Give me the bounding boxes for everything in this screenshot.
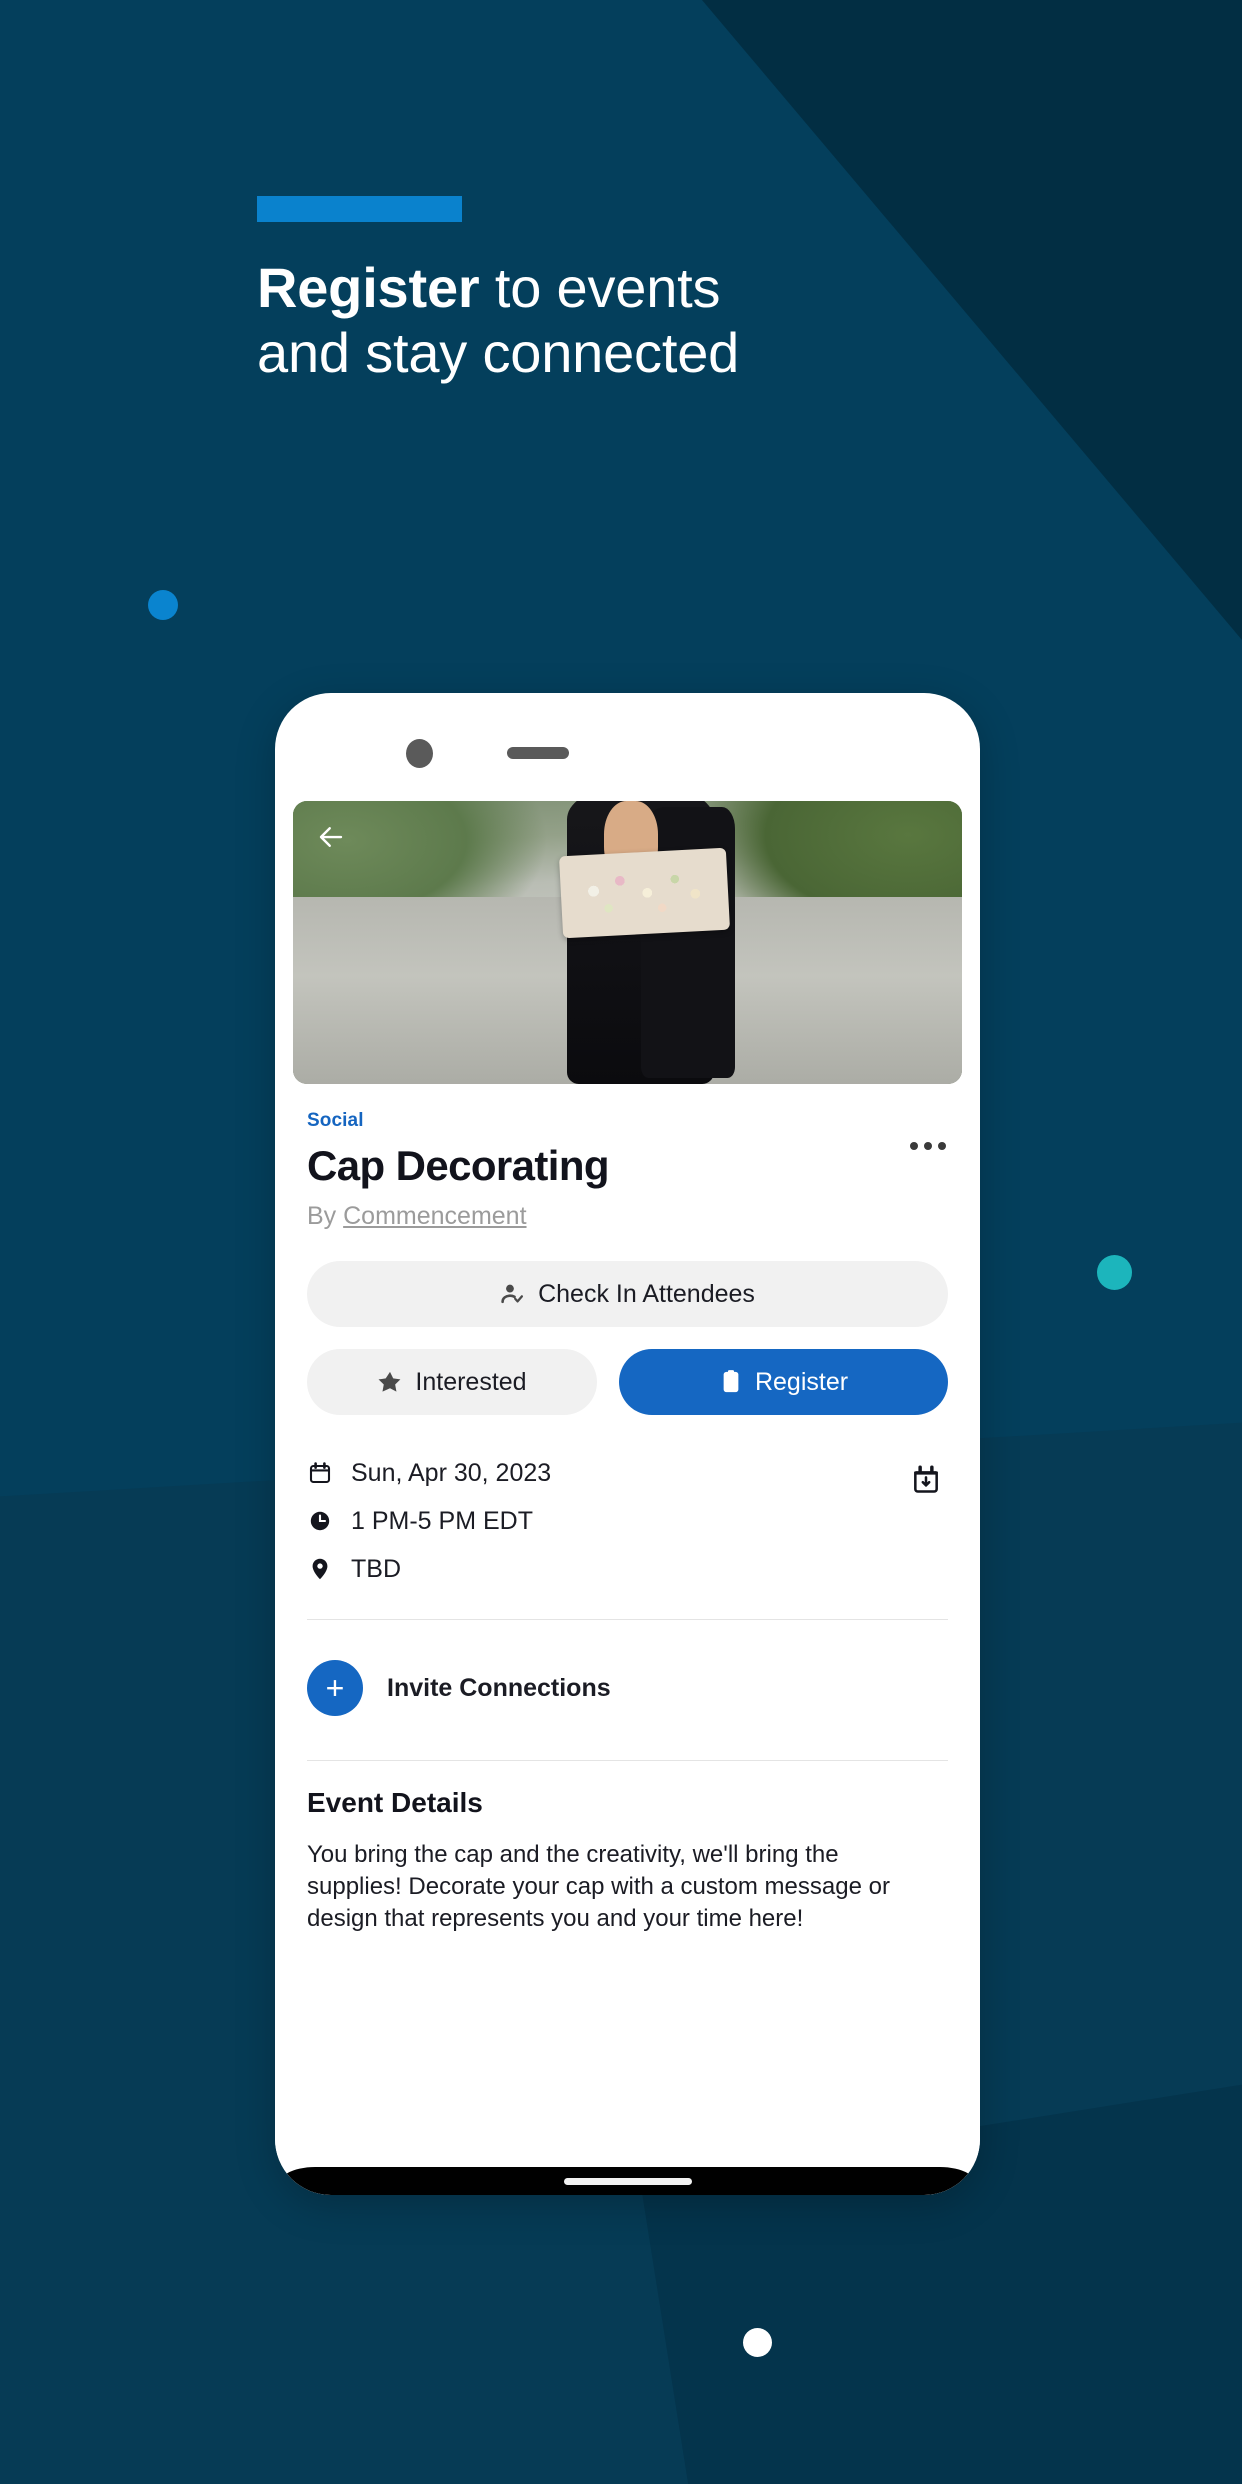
add-to-calendar-button[interactable] — [906, 1459, 946, 1499]
accent-bar — [257, 196, 462, 222]
check-in-attendees-label: Check In Attendees — [538, 1279, 755, 1308]
person-check-icon — [501, 1284, 524, 1304]
ticket-icon — [723, 1370, 739, 1393]
event-time-row: 1 PM-5 PM EDT — [307, 1497, 948, 1545]
hero-graduation-cap — [558, 847, 730, 939]
kebab-menu-icon-dot-3 — [938, 1142, 946, 1150]
register-label: Register — [754, 1367, 849, 1396]
event-meta-list: Sun, Apr 30, 2023 1 PM-5 PM EDT TBD — [307, 1449, 948, 1593]
organizer-link[interactable]: Commencement — [343, 1202, 526, 1230]
kebab-menu-icon-dot-1 — [910, 1142, 918, 1150]
speaker-slot-icon — [507, 747, 569, 759]
promo-headline-block: Register to events and stay connected — [257, 196, 1077, 386]
event-actions: Check In Attendees Interested Register — [307, 1261, 948, 1415]
clock-icon — [307, 1509, 333, 1533]
interested-button[interactable]: Interested — [307, 1349, 597, 1415]
divider-above-invite — [307, 1619, 948, 1620]
check-in-attendees-button[interactable]: Check In Attendees — [307, 1261, 948, 1327]
calendar-icon — [307, 1461, 333, 1485]
event-date-row: Sun, Apr 30, 2023 — [307, 1449, 948, 1497]
back-button[interactable] — [309, 815, 353, 859]
headline-line2: and stay connected — [257, 320, 740, 384]
plus-icon: + — [307, 1660, 363, 1716]
event-hero-image — [293, 801, 962, 1084]
page-title: Register to events and stay connected — [257, 256, 1077, 386]
register-button[interactable]: Register — [619, 1349, 948, 1415]
more-options-button[interactable] — [902, 1128, 954, 1164]
kebab-menu-icon-dot-2 — [924, 1142, 932, 1150]
event-location-row: TBD — [307, 1545, 948, 1593]
event-details-body: You bring the cap and the creativity, we… — [307, 1841, 890, 1932]
event-location-text: TBD — [351, 1554, 401, 1583]
system-navigation-bar — [275, 2167, 980, 2195]
camera-dot-icon — [406, 739, 433, 768]
invite-connections-button[interactable]: + Invite Connections — [307, 1646, 948, 1734]
divider-below-invite — [307, 1760, 948, 1761]
headline-line1-rest: to events — [479, 256, 721, 319]
event-details-heading: Event Details — [307, 1787, 483, 1818]
event-organizer-line: By Commencement — [307, 1202, 948, 1231]
calendar-download-icon — [914, 1465, 938, 1493]
headline-bold-word: Register — [257, 256, 480, 319]
event-category-badge: Social — [307, 1110, 364, 1131]
invite-connections-label: Invite Connections — [387, 1673, 611, 1702]
secondary-actions-row: Interested Register — [307, 1349, 948, 1415]
event-time-text: 1 PM-5 PM EDT — [351, 1506, 533, 1535]
decorative-dot-blue — [148, 590, 178, 620]
star-icon — [378, 1371, 401, 1392]
decorative-dot-teal — [1097, 1255, 1132, 1290]
phone-top-bezel — [275, 693, 980, 801]
location-pin-icon — [307, 1557, 333, 1581]
arrow-left-icon — [319, 827, 343, 847]
plus-glyph: + — [325, 1670, 345, 1706]
page-indicator-dot[interactable] — [743, 2328, 772, 2357]
byline-prefix: By — [307, 1202, 344, 1230]
event-card-body: Social Cap Decorating By Commencement Ch… — [275, 1084, 980, 1935]
event-date-text: Sun, Apr 30, 2023 — [351, 1458, 552, 1487]
phone-mockup: Social Cap Decorating By Commencement Ch… — [275, 693, 980, 2195]
interested-label: Interested — [415, 1367, 527, 1396]
event-title: Cap Decorating — [307, 1142, 610, 1189]
home-indicator[interactable] — [563, 2177, 692, 2185]
phone-screen: Social Cap Decorating By Commencement Ch… — [275, 801, 980, 2195]
